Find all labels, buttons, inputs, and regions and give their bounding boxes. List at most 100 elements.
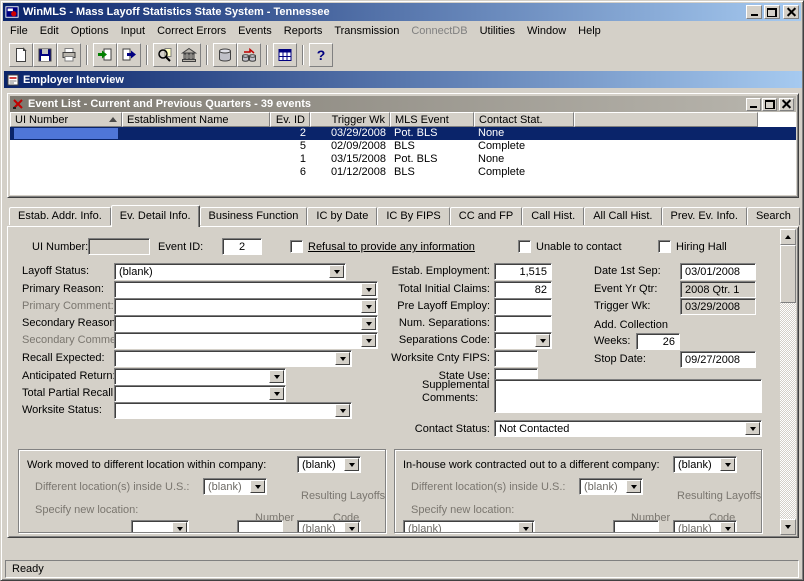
export-button[interactable] [117, 43, 141, 67]
column-header-ui-number[interactable]: UI Number [10, 112, 122, 127]
contact-status-select[interactable]: Not Contacted [494, 420, 762, 437]
chevron-down-icon[interactable] [745, 422, 760, 435]
print-button[interactable] [57, 43, 81, 67]
menu-input[interactable]: Input [115, 23, 151, 39]
chevron-down-icon[interactable] [626, 480, 641, 493]
tab-business-function[interactable]: Business Function [200, 207, 308, 225]
chevron-down-icon[interactable] [269, 387, 284, 400]
scroll-up-button[interactable] [780, 229, 796, 245]
chevron-down-icon[interactable] [335, 404, 350, 417]
num-separations-field[interactable] [494, 315, 552, 332]
new-document-button[interactable] [9, 43, 33, 67]
find-event-button[interactable] [153, 43, 177, 67]
stop-date-field[interactable]: 09/27/2008 [680, 351, 756, 368]
worksite-cnty-fips-field[interactable] [494, 350, 538, 367]
database-button[interactable] [213, 43, 237, 67]
column-header-contact-stat[interactable]: Contact Stat. [474, 112, 574, 127]
recall-expected-select[interactable] [114, 350, 352, 367]
chevron-down-icon[interactable] [250, 480, 265, 493]
total-initial-claims-field[interactable]: 82 [494, 281, 552, 298]
chevron-down-icon[interactable] [269, 370, 284, 383]
tab-ic-by-fips[interactable]: IC By FIPS [377, 207, 449, 225]
work-moved-select[interactable]: (blank) [297, 456, 361, 473]
different-location-select[interactable]: (blank) [203, 478, 267, 495]
resulting-code-select[interactable]: (blank) [297, 520, 361, 533]
tab-search[interactable]: Search [747, 207, 800, 225]
bank-button[interactable] [177, 43, 201, 67]
hiring-hall-checkbox[interactable] [658, 240, 671, 253]
tab-all-call-hist[interactable]: All Call Hist. [584, 207, 661, 225]
event-list-minimize-button[interactable] [746, 98, 761, 111]
unable-to-contact-checkbox[interactable] [518, 240, 531, 253]
different-location-select[interactable]: (blank) [579, 478, 643, 495]
tab-call-hist[interactable]: Call Hist. [522, 207, 584, 225]
grid-button[interactable] [273, 43, 297, 67]
chevron-down-icon[interactable] [535, 334, 550, 347]
contracted-out-select[interactable]: (blank) [673, 456, 737, 473]
table-row[interactable]: 6 01/12/2008 BLS Complete [10, 166, 796, 179]
resulting-number-field[interactable] [237, 520, 283, 533]
chevron-down-icon[interactable] [518, 522, 533, 533]
scrollbar-thumb[interactable] [780, 245, 796, 303]
tab-ev-detail-info[interactable]: Ev. Detail Info. [111, 205, 200, 227]
save-button[interactable] [33, 43, 57, 67]
chevron-down-icon[interactable] [344, 522, 359, 533]
database-transfer-button[interactable] [237, 43, 261, 67]
chevron-down-icon[interactable] [361, 283, 376, 296]
column-header-establishment-name[interactable]: Establishment Name [122, 112, 270, 127]
chevron-down-icon[interactable] [344, 458, 359, 471]
weeks-field[interactable]: 26 [636, 333, 680, 350]
chevron-down-icon[interactable] [720, 458, 735, 471]
event-id-field[interactable]: 2 [222, 238, 262, 255]
specify-location-select[interactable]: (blank) [403, 520, 535, 533]
menu-help[interactable]: Help [572, 23, 607, 39]
ui-number-field[interactable] [88, 238, 150, 255]
layoff-status-select[interactable]: (blank) [114, 263, 346, 280]
tab-ic-by-date[interactable]: IC by Date [307, 207, 377, 225]
worksite-status-select[interactable] [114, 402, 352, 419]
menu-events[interactable]: Events [232, 23, 278, 39]
secondary-reason-select[interactable] [114, 315, 378, 332]
help-button[interactable]: ? [309, 43, 333, 67]
menu-edit[interactable]: Edit [34, 23, 65, 39]
chevron-down-icon[interactable] [361, 300, 376, 313]
tab-cc-and-fp[interactable]: CC and FP [450, 207, 522, 225]
chevron-down-icon[interactable] [329, 265, 344, 278]
column-header-trigger-wk[interactable]: Trigger Wk [310, 112, 390, 127]
menu-transmission[interactable]: Transmission [328, 23, 405, 39]
anticipated-return-select[interactable] [114, 368, 286, 385]
supplemental-comments-field[interactable] [494, 379, 762, 413]
chevron-down-icon[interactable] [361, 317, 376, 330]
refusal-checkbox[interactable] [290, 240, 303, 253]
primary-reason-select[interactable] [114, 281, 378, 298]
table-row[interactable]: 1 03/15/2008 Pot. BLS None [10, 153, 796, 166]
chevron-down-icon[interactable] [720, 522, 735, 533]
table-row[interactable]: 2 03/29/2008 Pot. BLS None [10, 127, 796, 140]
menu-utilities[interactable]: Utilities [474, 23, 521, 39]
menu-window[interactable]: Window [521, 23, 572, 39]
primary-comment-select[interactable] [114, 298, 378, 315]
tab-estab-addr-info[interactable]: Estab. Addr. Info. [9, 207, 111, 225]
pre-layoff-employ-field[interactable] [494, 298, 552, 315]
event-list-restore-button[interactable] [762, 98, 777, 111]
menu-correct-errors[interactable]: Correct Errors [151, 23, 232, 39]
total-partial-recall-select[interactable] [114, 385, 286, 402]
event-list-close-button[interactable] [779, 98, 794, 111]
chevron-down-icon[interactable] [172, 522, 187, 533]
menu-options[interactable]: Options [65, 23, 115, 39]
scroll-down-button[interactable] [780, 519, 796, 535]
separations-code-select[interactable] [494, 332, 552, 349]
secondary-comment-select[interactable] [114, 332, 378, 349]
vertical-scrollbar[interactable] [780, 229, 796, 535]
table-row[interactable]: 5 02/09/2008 BLS Complete [10, 140, 796, 153]
chevron-down-icon[interactable] [335, 352, 350, 365]
column-header-ev-id[interactable]: Ev. ID [270, 112, 310, 127]
restore-button[interactable] [764, 5, 780, 19]
chevron-down-icon[interactable] [361, 334, 376, 347]
close-button[interactable] [783, 5, 799, 19]
resulting-number-field[interactable] [613, 520, 659, 533]
menu-file[interactable]: File [4, 23, 34, 39]
date-1st-sep-field[interactable]: 03/01/2008 [680, 263, 756, 280]
menu-reports[interactable]: Reports [278, 23, 329, 39]
tab-prev-ev-info[interactable]: Prev. Ev. Info. [662, 207, 747, 225]
